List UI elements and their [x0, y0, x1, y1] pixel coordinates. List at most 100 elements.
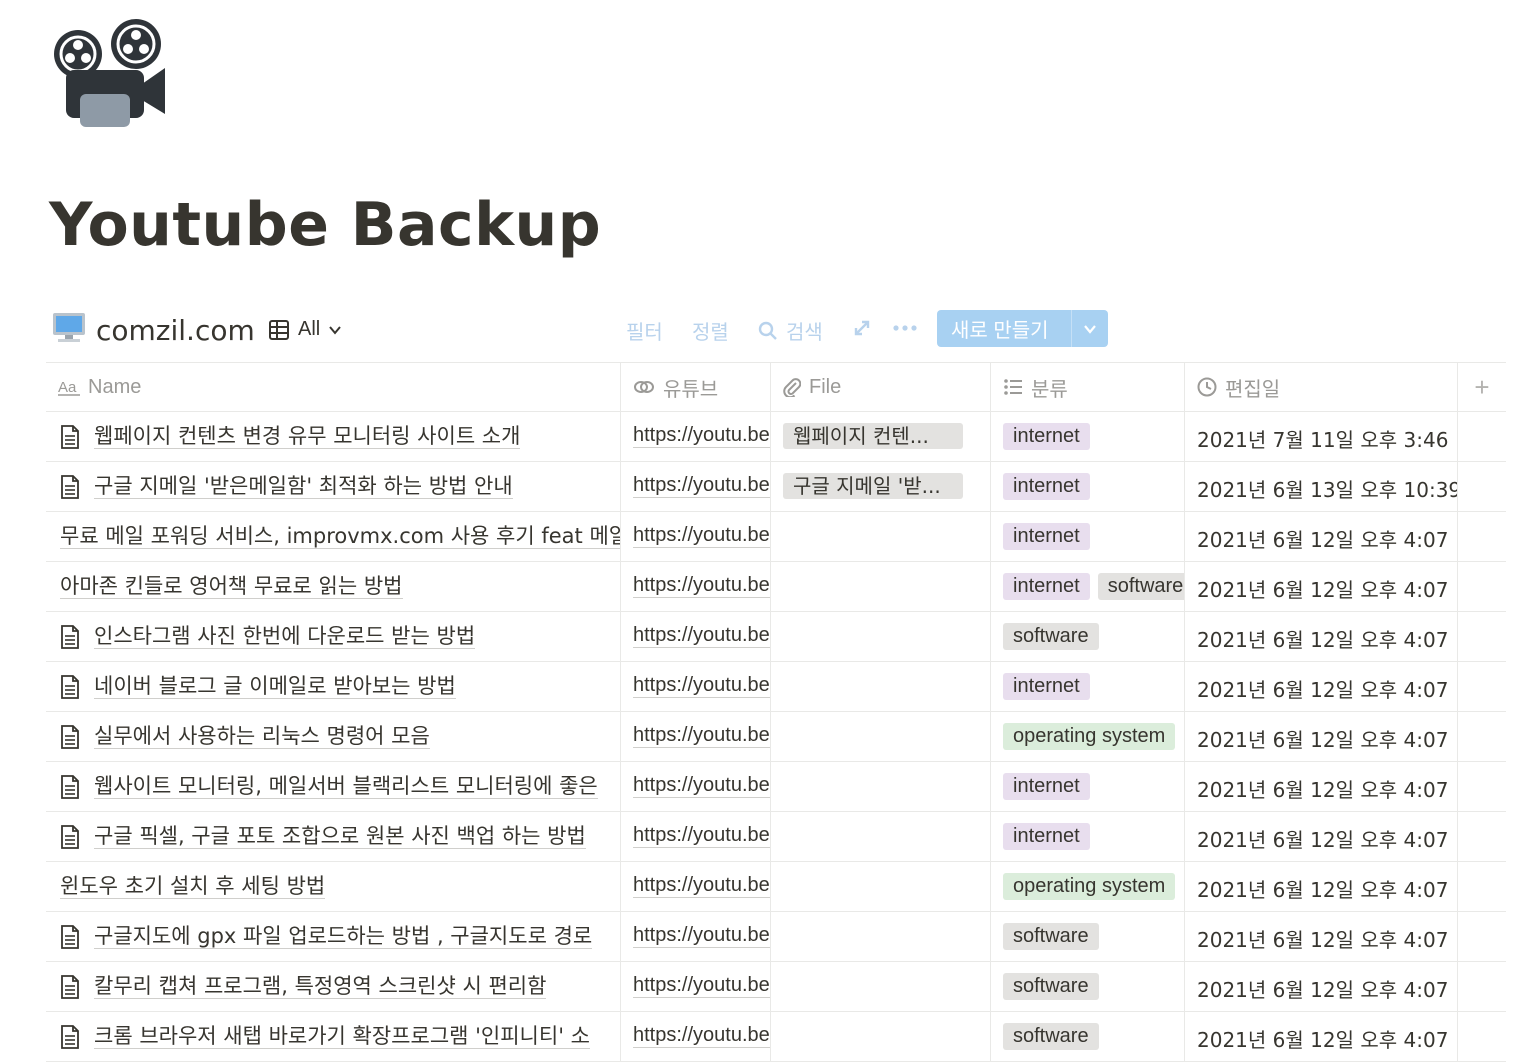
youtube-cell[interactable]: https://youtu.be: [621, 512, 771, 561]
youtube-cell[interactable]: https://youtu.be: [621, 712, 771, 761]
table-row[interactable]: 실무에서 사용하는 리눅스 명령어 모음 https://youtu.be oper…: [46, 712, 1506, 762]
youtube-cell[interactable]: https://youtu.be: [621, 962, 771, 1011]
category-cell[interactable]: internet: [991, 512, 1185, 561]
youtube-cell[interactable]: https://youtu.be: [621, 412, 771, 461]
file-cell[interactable]: [771, 1012, 991, 1061]
youtube-link[interactable]: https://youtu.be: [633, 773, 770, 798]
youtube-cell[interactable]: https://youtu.be: [621, 462, 771, 511]
category-cell[interactable]: software: [991, 612, 1185, 661]
youtube-cell[interactable]: https://youtu.be: [621, 862, 771, 911]
youtube-link[interactable]: https://youtu.be: [633, 423, 770, 448]
youtube-cell[interactable]: https://youtu.be: [621, 562, 771, 611]
name-cell[interactable]: 네이버 블로그 글 이메일로 받아보는 방법: [46, 662, 621, 711]
table-row[interactable]: 인스타그램 사진 한번에 다운로드 받는 방법 https://youtu.be s…: [46, 612, 1506, 662]
expand-icon[interactable]: [852, 318, 872, 344]
category-cell[interactable]: internet: [991, 812, 1185, 861]
more-options-icon[interactable]: [892, 316, 918, 342]
chevron-down-icon[interactable]: [1072, 321, 1108, 337]
table-row[interactable]: 칼무리 캡쳐 프로그램, 특정영역 스크린샷 시 편리함 https://yout…: [46, 962, 1506, 1012]
column-header-name[interactable]: Aa Name: [46, 363, 621, 411]
file-cell[interactable]: [771, 962, 991, 1011]
youtube-link[interactable]: https://youtu.be: [633, 973, 770, 998]
youtube-link[interactable]: https://youtu.be: [633, 923, 770, 948]
page-link[interactable]: 크롬 브라우저 새탭 바로가기 확장프로그램 '인피니티' 소: [94, 1024, 590, 1049]
youtube-cell[interactable]: https://youtu.be: [621, 612, 771, 661]
column-header-category[interactable]: 분류: [991, 363, 1185, 411]
category-cell[interactable]: internet: [991, 462, 1185, 511]
page-link[interactable]: 구글지도에 gpx 파일 업로드하는 방법 , 구글지도로 경로: [94, 924, 593, 949]
name-cell[interactable]: 크롬 브라우저 새탭 바로가기 확장프로그램 '인피니티' 소: [46, 1012, 621, 1061]
table-row[interactable]: 구글 픽셀, 구글 포토 조합으로 원본 사진 백업 하는 방법 https://…: [46, 812, 1506, 862]
category-cell[interactable]: internet: [991, 762, 1185, 811]
file-cell[interactable]: [771, 712, 991, 761]
page-link[interactable]: 구글 지메일 '받은메일함' 최적화 하는 방법 안내: [94, 474, 513, 499]
category-cell[interactable]: software: [991, 1012, 1185, 1061]
file-cell[interactable]: [771, 862, 991, 911]
name-cell[interactable]: 구글 픽셀, 구글 포토 조합으로 원본 사진 백업 하는 방법: [46, 812, 621, 861]
table-row[interactable]: 구글지도에 gpx 파일 업로드하는 방법 , 구글지도로 경로 https://…: [46, 912, 1506, 962]
page-title[interactable]: Youtube Backup: [49, 190, 601, 260]
youtube-link[interactable]: https://youtu.be: [633, 723, 770, 748]
youtube-link[interactable]: https://youtu.be: [633, 1023, 770, 1048]
page-link[interactable]: 아마존 킨들로 영어책 무료로 읽는 방법: [60, 574, 403, 599]
film-projector-icon[interactable]: [52, 18, 168, 130]
name-cell[interactable]: 칼무리 캡쳐 프로그램, 특정영역 스크린샷 시 편리함: [46, 962, 621, 1011]
name-cell[interactable]: 구글 지메일 '받은메일함' 최적화 하는 방법 안내: [46, 462, 621, 511]
file-cell[interactable]: [771, 562, 991, 611]
page-link[interactable]: 웹사이트 모니터링, 메일서버 블랙리스트 모니터링에 좋은: [94, 774, 598, 799]
new-item-button[interactable]: 새로 만들기: [937, 310, 1108, 347]
table-row[interactable]: 아마존 킨들로 영어책 무료로 읽는 방법 https://youtu.be int…: [46, 562, 1506, 612]
youtube-link[interactable]: https://youtu.be: [633, 473, 770, 498]
youtube-cell[interactable]: https://youtu.be: [621, 662, 771, 711]
page-link[interactable]: 웹페이지 컨텐츠 변경 유무 모니터링 사이트 소개: [94, 424, 521, 449]
page-link[interactable]: 실무에서 사용하는 리눅스 명령어 모음: [94, 724, 430, 749]
table-row[interactable]: 네이버 블로그 글 이메일로 받아보는 방법 https://youtu.be in…: [46, 662, 1506, 712]
database-title[interactable]: comzil.com: [96, 314, 255, 347]
category-cell[interactable]: software: [991, 962, 1185, 1011]
name-cell[interactable]: 아마존 킨들로 영어책 무료로 읽는 방법: [46, 562, 621, 611]
table-row[interactable]: 크롬 브라우저 새탭 바로가기 확장프로그램 '인피니티' 소 https://y…: [46, 1012, 1506, 1062]
file-cell[interactable]: [771, 912, 991, 961]
filter-button[interactable]: 필터: [626, 316, 663, 345]
category-cell[interactable]: software: [991, 912, 1185, 961]
name-cell[interactable]: 인스타그램 사진 한번에 다운로드 받는 방법: [46, 612, 621, 661]
youtube-link[interactable]: https://youtu.be: [633, 823, 770, 848]
youtube-link[interactable]: https://youtu.be: [633, 573, 770, 598]
table-row[interactable]: 웹사이트 모니터링, 메일서버 블랙리스트 모니터링에 좋은 https://yo…: [46, 762, 1506, 812]
file-cell[interactable]: [771, 662, 991, 711]
category-cell[interactable]: operating system: [991, 712, 1185, 761]
file-cell[interactable]: [771, 512, 991, 561]
page-link[interactable]: 무료 메일 포워딩 서비스, improvmx.com 사용 후기 feat 메…: [60, 524, 620, 549]
name-cell[interactable]: 웹페이지 컨텐츠 변경 유무 모니터링 사이트 소개: [46, 412, 621, 461]
file-attachment[interactable]: 구글 지메일 '받...: [783, 473, 963, 499]
file-cell[interactable]: [771, 612, 991, 661]
youtube-link[interactable]: https://youtu.be: [633, 673, 770, 698]
column-header-edited[interactable]: 편집일: [1185, 363, 1458, 411]
category-cell[interactable]: internet software: [991, 562, 1185, 611]
column-header-youtube[interactable]: 유튜브: [621, 363, 771, 411]
category-cell[interactable]: operating system: [991, 862, 1185, 911]
youtube-cell[interactable]: https://youtu.be: [621, 812, 771, 861]
youtube-link[interactable]: https://youtu.be: [633, 523, 770, 548]
search-button[interactable]: 검색: [758, 316, 823, 345]
table-row[interactable]: 구글 지메일 '받은메일함' 최적화 하는 방법 안내 https://youtu…: [46, 462, 1506, 512]
view-selector[interactable]: All: [268, 318, 342, 341]
page-link[interactable]: 구글 픽셀, 구글 포토 조합으로 원본 사진 백업 하는 방법: [94, 824, 586, 849]
name-cell[interactable]: 윈도우 초기 설치 후 세팅 방법: [46, 862, 621, 911]
name-cell[interactable]: 무료 메일 포워딩 서비스, improvmx.com 사용 후기 feat 메…: [46, 512, 621, 561]
file-cell[interactable]: [771, 812, 991, 861]
name-cell[interactable]: 실무에서 사용하는 리눅스 명령어 모음: [46, 712, 621, 761]
category-cell[interactable]: internet: [991, 412, 1185, 461]
add-property-button[interactable]: +: [1458, 363, 1506, 411]
youtube-link[interactable]: https://youtu.be: [633, 623, 770, 648]
table-row[interactable]: 윈도우 초기 설치 후 세팅 방법 https://youtu.be operati…: [46, 862, 1506, 912]
sort-button[interactable]: 정렬: [692, 316, 729, 345]
youtube-cell[interactable]: https://youtu.be: [621, 912, 771, 961]
table-row[interactable]: 무료 메일 포워딩 서비스, improvmx.com 사용 후기 feat 메…: [46, 512, 1506, 562]
page-link[interactable]: 윈도우 초기 설치 후 세팅 방법: [60, 874, 326, 899]
page-link[interactable]: 네이버 블로그 글 이메일로 받아보는 방법: [94, 674, 456, 699]
youtube-link[interactable]: https://youtu.be: [633, 873, 770, 898]
file-cell[interactable]: 구글 지메일 '받...: [771, 462, 991, 511]
file-cell[interactable]: 웹페이지 컨텐...: [771, 412, 991, 461]
youtube-cell[interactable]: https://youtu.be: [621, 1012, 771, 1061]
